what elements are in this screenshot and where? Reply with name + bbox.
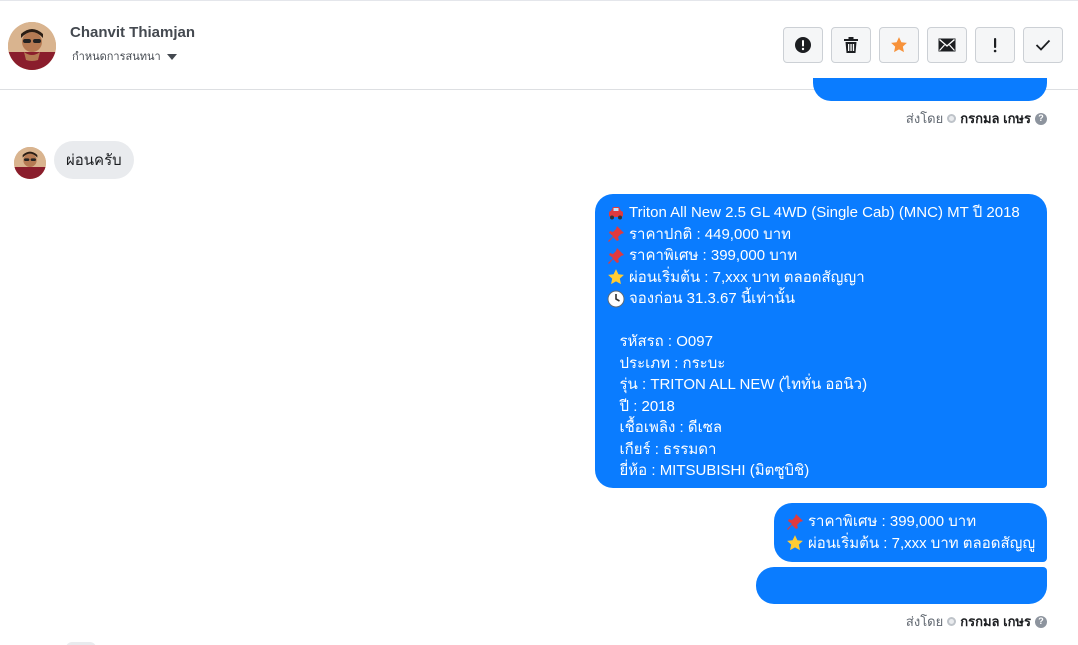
message-text: ประเภท : กระบะ bbox=[607, 354, 726, 372]
pushpin-icon bbox=[786, 513, 804, 531]
message-line: รุ่น : TRITON ALL NEW (ไททั่น ออนิว) bbox=[607, 374, 1035, 396]
message-line: ยี่ห้อ : MITSUBISHI (มิตซูบิชิ) bbox=[607, 460, 1035, 482]
mark-unread-button[interactable] bbox=[927, 27, 967, 63]
spam-button[interactable] bbox=[783, 27, 823, 63]
page-badge-icon bbox=[947, 617, 957, 626]
sent-by-page-name[interactable]: กรกมล เกษร bbox=[960, 108, 1031, 129]
pushpin-icon bbox=[607, 225, 625, 243]
star-icon bbox=[891, 37, 907, 53]
message-text: เชื้อเพลิง : ดีเซล bbox=[607, 419, 723, 436]
trash-icon bbox=[844, 37, 858, 53]
sent-message-listing: Triton All New 2.5 GL 4WD (Single Cab) (… bbox=[595, 194, 1047, 488]
star-button[interactable] bbox=[879, 27, 919, 63]
message-text: ราคาพิเศษ : 399,000 บาท bbox=[808, 513, 977, 530]
sent-by-prefix: ส่งโดย bbox=[905, 614, 944, 629]
message-text: ยี่ห้อ : MITSUBISHI (มิตซูบิชิ) bbox=[607, 462, 810, 479]
contact-name[interactable]: Chanvit Thiamjan bbox=[70, 24, 195, 41]
clock-icon bbox=[607, 290, 625, 308]
message-line: เชื้อเพลิง : ดีเซล bbox=[607, 417, 1035, 439]
sent-by-prefix: ส่งโดย bbox=[905, 111, 944, 126]
message-line: ราคาปกติ : 449,000 บาท bbox=[607, 224, 1035, 246]
sent-message-down-payment: ถ้าเป็นดั้มจะดาวขั้นต่ำที่ 50000 บาทนะคะ bbox=[756, 567, 1047, 637]
help-icon[interactable]: ? bbox=[1035, 112, 1047, 125]
car-icon bbox=[607, 204, 625, 222]
received-message: ผ่อนครับ bbox=[54, 141, 134, 179]
sent-by-label: ส่งโดย กรกมล เกษร ? bbox=[906, 108, 1047, 129]
message-line: ประเภท : กระบะ bbox=[607, 353, 1035, 375]
alert-circle-icon bbox=[795, 37, 811, 53]
message-text: เกียร์ : ธรรมดา bbox=[607, 440, 717, 458]
help-icon[interactable]: ? bbox=[1035, 615, 1047, 628]
envelope-icon bbox=[938, 38, 956, 52]
sent-by-page-name[interactable]: กรกมล เกษร bbox=[960, 611, 1031, 632]
message-line: ราคาพิเศษ : 399,000 บาท bbox=[607, 245, 1035, 267]
check-icon bbox=[1035, 39, 1051, 51]
message-line bbox=[607, 310, 1035, 332]
delete-button[interactable] bbox=[831, 27, 871, 63]
chevron-down-icon bbox=[166, 54, 177, 60]
message-line: ผ่อนเริ่มต้น : 7,xxx บาท ตลอดสัญญา bbox=[607, 267, 1035, 289]
message-text: ราคาปกติ : 449,000 บาท bbox=[629, 225, 792, 243]
message-line: ปี : 2018 bbox=[607, 396, 1035, 418]
message-line: จองก่อน 31.3.67 นี้เท่านั้น bbox=[607, 288, 1035, 310]
star-emoji-icon bbox=[786, 534, 804, 552]
message-text: จองก่อน 31.3.67 นี้เท่านั้น bbox=[629, 290, 796, 307]
message-text: ปี : 2018 bbox=[607, 397, 675, 415]
message-text: ราคาพิเศษ : 399,000 บาท bbox=[629, 247, 798, 264]
message-line: เกียร์ : ธรรมดา bbox=[607, 439, 1035, 461]
conversation-header: Chanvit Thiamjan กำหนดการสนทนา bbox=[0, 0, 1078, 90]
message-bubble-partial bbox=[813, 78, 1047, 101]
exclamation-icon bbox=[993, 38, 997, 53]
message-text: Triton All New 2.5 GL 4WD (Single Cab) (… bbox=[629, 204, 1020, 221]
message-text: รหัสรถ : O097 bbox=[607, 333, 713, 350]
contact-avatar-small bbox=[14, 147, 46, 179]
done-button[interactable] bbox=[1023, 27, 1063, 63]
assign-conversation-dropdown[interactable]: กำหนดการสนทนา bbox=[72, 47, 177, 65]
message-text: ผ่อนเริ่มต้น : 7,xxx บาท ตลอดสัญญา bbox=[629, 268, 865, 286]
assign-label: กำหนดการสนทนา bbox=[72, 51, 161, 63]
star-emoji-icon bbox=[607, 268, 625, 286]
message-text: ผ่อนเริ่มต้น : 7,xxx บาท ตลอดสัญญู bbox=[808, 534, 1036, 552]
message-line: ราคาพิเศษ : 399,000 บาท bbox=[786, 511, 1035, 533]
page-badge-icon bbox=[947, 114, 957, 123]
message-line: ผ่อนเริ่มต้น : 7,xxx บาท ตลอดสัญญู bbox=[786, 533, 1035, 555]
contact-avatar[interactable] bbox=[8, 22, 56, 70]
message-line: รหัสรถ : O097 bbox=[607, 331, 1035, 353]
sent-message-price: ราคาพิเศษ : 399,000 บาทผ่อนเริ่มต้น : 7,… bbox=[774, 503, 1047, 562]
pushpin-icon bbox=[607, 247, 625, 265]
message-text: รุ่น : TRITON ALL NEW (ไททั่น ออนิว) bbox=[607, 376, 868, 393]
flag-button[interactable] bbox=[975, 27, 1015, 63]
sent-by-label: ส่งโดย กรกมล เกษร ? bbox=[906, 611, 1047, 632]
message-line: Triton All New 2.5 GL 4WD (Single Cab) (… bbox=[607, 202, 1035, 224]
conversation-actions bbox=[783, 27, 1063, 63]
